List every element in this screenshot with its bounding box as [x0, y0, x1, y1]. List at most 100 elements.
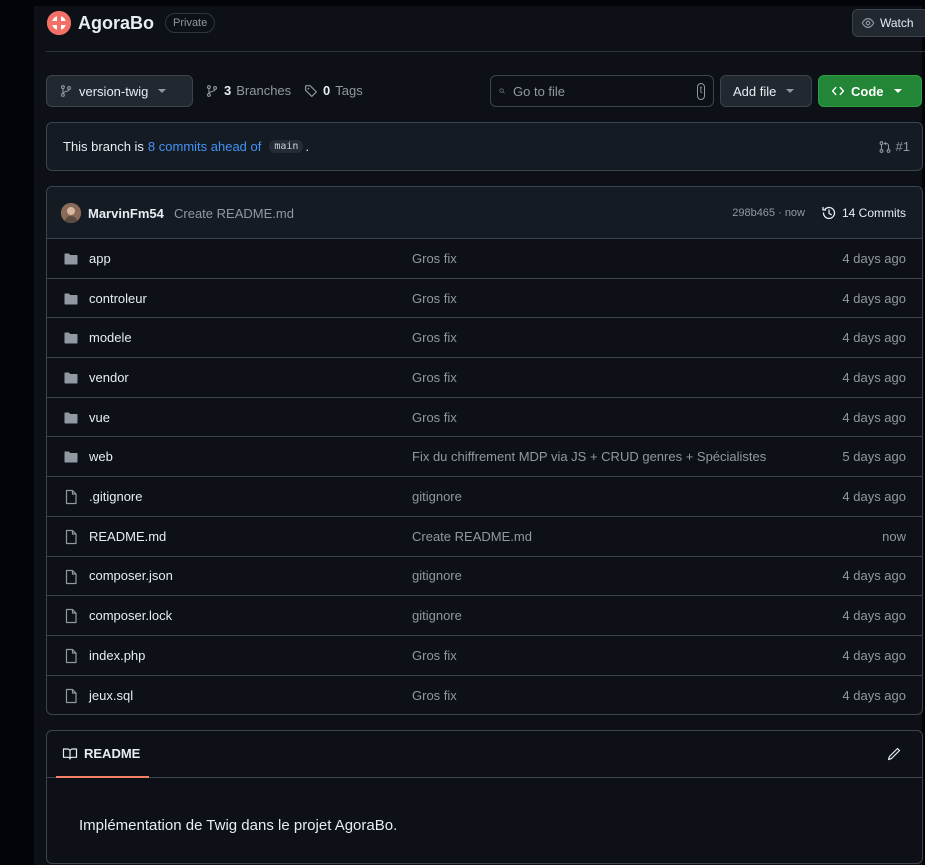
branches-label: Branches — [236, 83, 292, 98]
branch-status-suffix: . — [305, 139, 310, 154]
file-row[interactable]: .gitignore gitignore 4 days ago — [47, 477, 922, 517]
chevron-down-icon — [893, 89, 902, 93]
visibility-badge: Private — [165, 13, 216, 33]
file-icon — [63, 688, 79, 704]
commit-author-avatar[interactable] — [61, 203, 81, 223]
go-to-file-input[interactable] — [513, 83, 689, 99]
folder-icon — [63, 251, 79, 267]
git-branch-icon — [61, 85, 71, 97]
file-name[interactable]: controleur — [89, 291, 147, 306]
file-row[interactable]: composer.lock gitignore 4 days ago — [47, 596, 922, 636]
branch-name: version-twig — [79, 83, 149, 99]
commit-hash-time[interactable]: 298b465 · now — [732, 207, 805, 219]
file-rows: app Gros fix 4 days ago controleur Gros fix 4… — [47, 239, 922, 714]
pull-request-icon — [879, 140, 890, 153]
file-row[interactable]: README.md Create README.md now — [47, 517, 922, 557]
file-name[interactable]: jeux.sql — [89, 688, 133, 703]
commits-history-link[interactable]: 14 Commits — [821, 205, 906, 221]
file-commit-message[interactable]: Gros fix — [412, 410, 457, 425]
file-row[interactable]: index.php Gros fix 4 days ago — [47, 636, 922, 676]
file-row[interactable]: app Gros fix 4 days ago — [47, 239, 922, 279]
readme-header: README — [47, 731, 922, 778]
file-icon — [63, 648, 79, 664]
branches-link[interactable]: 3 Branches — [205, 83, 291, 98]
file-name[interactable]: modele — [89, 330, 132, 345]
file-commit-message[interactable]: Gros fix — [412, 648, 457, 663]
tab-readme[interactable]: README — [56, 731, 149, 778]
commits-ahead-link[interactable]: 8 commits ahead of — [148, 139, 261, 154]
file-icon — [63, 489, 79, 505]
branch-selector-button[interactable]: version-twig — [46, 75, 193, 107]
base-branch-tag[interactable]: main — [269, 140, 304, 153]
file-name[interactable]: README.md — [89, 529, 166, 544]
file-name[interactable]: .gitignore — [89, 489, 142, 504]
file-row[interactable]: vue Gros fix 4 days ago — [47, 398, 922, 438]
repo-owner-avatar[interactable] — [47, 11, 71, 35]
commits-count: 14 Commits — [841, 206, 906, 220]
chevron-down-icon — [158, 89, 167, 93]
file-name[interactable]: composer.lock — [89, 608, 172, 623]
file-commit-message[interactable]: Gros fix — [412, 370, 457, 385]
branches-count: 3 — [224, 83, 232, 98]
file-commit-date: 4 days ago — [842, 290, 906, 306]
repo-header: AgoraBo Private Watch — [46, 6, 925, 52]
readme-panel: README Implémentation de Twig dans le pr… — [46, 730, 923, 864]
file-name[interactable]: app — [89, 251, 111, 266]
file-commit-message[interactable]: gitignore — [412, 489, 462, 504]
file-commit-message[interactable]: Create README.md — [412, 529, 532, 544]
file-commit-date: 4 days ago — [842, 488, 906, 504]
readme-tab-label: README — [84, 746, 141, 761]
file-commit-date: 5 days ago — [842, 449, 906, 465]
add-file-button[interactable]: Add file — [720, 75, 812, 107]
pull-request-link[interactable]: #1 — [878, 139, 910, 154]
watch-button[interactable]: Watch — [852, 9, 925, 37]
repo-name[interactable]: AgoraBo — [78, 13, 154, 34]
history-icon — [822, 206, 836, 220]
file-commit-date: now — [882, 528, 906, 544]
file-name[interactable]: index.php — [89, 648, 145, 663]
file-row[interactable]: composer.json gitignore 4 days ago — [47, 557, 922, 597]
folder-icon — [63, 291, 79, 307]
watch-label: Watch — [880, 16, 914, 30]
go-to-file-search[interactable]: t — [490, 75, 714, 107]
file-row[interactable]: controleur Gros fix 4 days ago — [47, 279, 922, 319]
folder-icon — [63, 449, 79, 465]
file-commit-date: 4 days ago — [842, 608, 906, 624]
pull-request-number: #1 — [895, 139, 910, 154]
readme-content: Implémentation de Twig dans le projet Ag… — [79, 817, 398, 834]
file-commit-date: 4 days ago — [842, 647, 906, 663]
file-row[interactable]: web Fix du chiffrement MDP via JS + CRUD … — [47, 437, 922, 478]
code-button[interactable]: Code — [818, 75, 922, 107]
file-commit-date: 4 days ago — [842, 330, 906, 346]
file-commit-message[interactable]: gitignore — [412, 608, 462, 623]
commit-message[interactable]: Create README.md — [174, 206, 294, 221]
file-name[interactable]: web — [89, 449, 113, 464]
branch-status-prefix: This branch is — [63, 139, 144, 154]
file-row[interactable]: modele Gros fix 4 days ago — [47, 318, 922, 359]
file-row[interactable]: jeux.sql Gros fix 4 days ago — [47, 676, 922, 714]
tag-icon — [305, 84, 317, 97]
file-commit-date: 4 days ago — [842, 409, 906, 425]
tags-count: 0 — [323, 83, 331, 98]
file-name[interactable]: vue — [89, 410, 110, 425]
commit-author[interactable]: MarvinFm54 — [88, 206, 164, 221]
tags-link[interactable]: 0 Tags — [304, 83, 363, 98]
file-name[interactable]: composer.json — [89, 568, 173, 583]
file-row[interactable]: vendor Gros fix 4 days ago — [47, 358, 922, 398]
file-commit-date: 4 days ago — [842, 369, 906, 385]
latest-commit-header: MarvinFm54 Create README.md 298b465 · no… — [47, 187, 922, 239]
file-commit-message[interactable]: Fix du chiffrement MDP via JS + CRUD gen… — [412, 449, 766, 464]
file-commit-message[interactable]: Gros fix — [412, 688, 457, 703]
folder-icon — [63, 330, 79, 346]
code-icon — [831, 86, 845, 96]
file-commit-message[interactable]: gitignore — [412, 568, 462, 583]
file-name[interactable]: vendor — [89, 370, 129, 385]
pencil-icon[interactable] — [886, 746, 902, 762]
folder-icon — [63, 370, 79, 386]
file-commit-message[interactable]: Gros fix — [412, 330, 457, 345]
left-edge — [0, 0, 34, 865]
file-commit-date: 4 days ago — [842, 250, 906, 266]
file-list: MarvinFm54 Create README.md 298b465 · no… — [46, 186, 923, 715]
file-commit-message[interactable]: Gros fix — [412, 251, 457, 266]
file-commit-message[interactable]: Gros fix — [412, 291, 457, 306]
